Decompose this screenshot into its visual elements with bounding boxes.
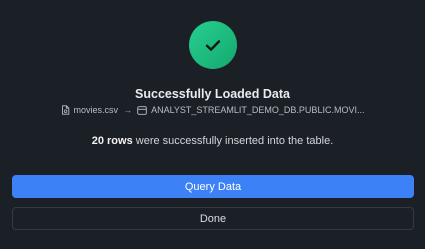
success-checkmark-icon: [189, 21, 237, 69]
source-file-name: movies.csv: [73, 105, 119, 115]
table-icon: [137, 105, 147, 115]
arrow-icon: →: [123, 105, 133, 115]
result-message: 20 rows were successfully inserted into …: [0, 135, 425, 147]
row-count: 20 rows: [91, 135, 133, 147]
done-button[interactable]: Done: [12, 207, 414, 230]
file-icon: [61, 105, 70, 115]
result-message-text: were successfully inserted into the tabl…: [132, 135, 334, 147]
load-path: movies.csv → ANALYST_STREAMLIT_DEMO_DB.P…: [0, 105, 425, 115]
dialog-title: Successfully Loaded Data: [135, 87, 290, 101]
query-data-button[interactable]: Query Data: [12, 175, 414, 198]
success-dialog: Successfully Loaded Data movies.csv → AN…: [0, 0, 425, 249]
destination-table-name: ANALYST_STREAMLIT_DEMO_DB.PUBLIC.MOVI...: [151, 105, 365, 115]
